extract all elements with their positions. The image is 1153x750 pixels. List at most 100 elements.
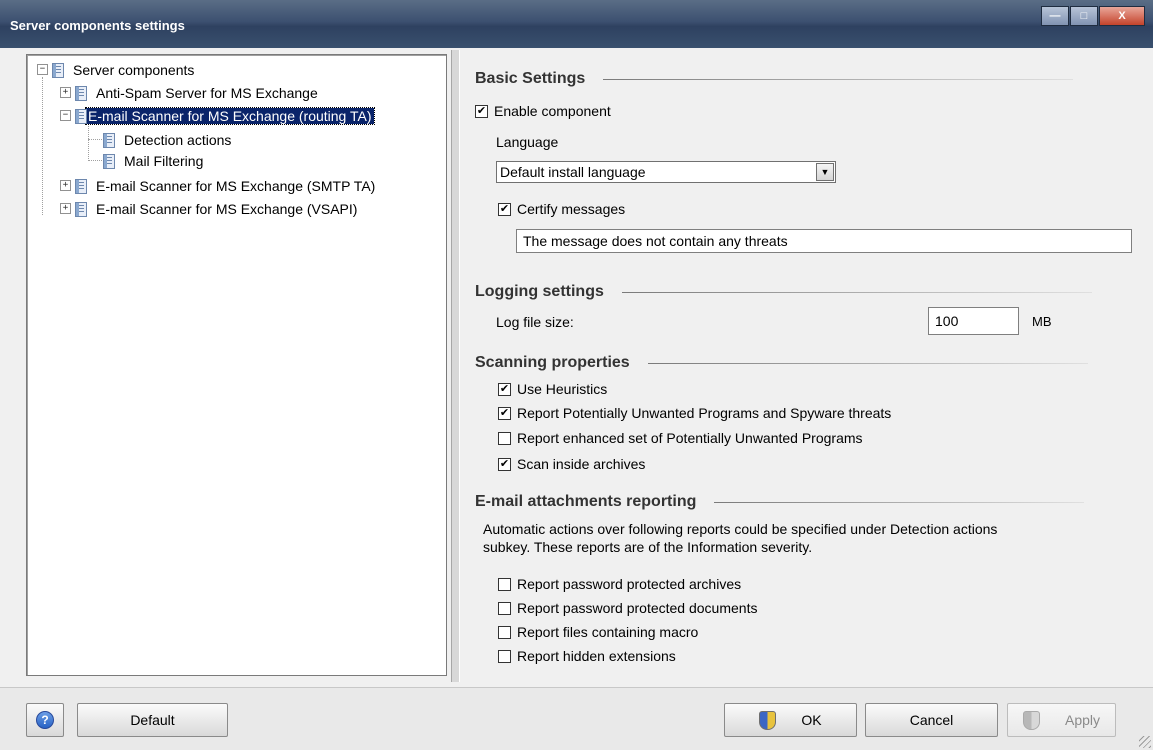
checkbox-label: Report password protected documents [517,600,758,616]
checkbox-unchecked[interactable] [498,649,511,663]
window-title: Server components settings [10,18,185,33]
tree-node-label: Server components [73,61,195,78]
component-icon [101,132,115,148]
scan-archives-checkbox[interactable]: ✔ Scan inside archives [498,456,645,472]
tree-node-detection-actions[interactable]: Detection actions [101,130,233,149]
component-icon [50,62,64,78]
attachments-description: Automatic actions over following reports… [483,520,997,556]
expand-icon[interactable]: + [60,203,71,214]
default-button[interactable]: Default [77,703,228,737]
component-icon [73,178,87,194]
ok-label: OK [801,712,822,728]
checkbox-unchecked[interactable] [498,601,511,615]
section-divider [647,362,1088,364]
collapse-icon[interactable]: − [60,110,71,121]
help-icon: ? [36,711,54,729]
report-hidden-extensions-checkbox[interactable]: Report hidden extensions [498,648,676,664]
apply-button[interactable]: Apply [1007,703,1116,737]
tree-connector [88,160,102,161]
checkbox-label: Report Potentially Unwanted Programs and… [517,405,892,421]
shield-icon [759,710,777,730]
checkbox-unchecked[interactable] [498,431,511,445]
components-tree[interactable]: − Server components + Anti-Spam Server f… [26,54,447,676]
button-bar: ? Default OK Cancel Apply [0,687,1153,750]
section-basic-settings: Basic Settings [475,70,1074,88]
expand-icon[interactable]: + [60,87,71,98]
report-protected-archives-checkbox[interactable]: Report password protected archives [498,576,741,592]
shield-icon [1022,710,1040,730]
section-heading: Scanning properties [475,354,630,371]
enable-component-checkbox[interactable]: ✔ Enable component [475,103,611,119]
report-macro-files-checkbox[interactable]: Report files containing macro [498,624,698,640]
help-button[interactable]: ? [26,703,64,737]
checkbox-label: Report hidden extensions [517,648,676,664]
checkbox-label: Use Heuristics [517,381,608,397]
cancel-button[interactable]: Cancel [865,703,998,737]
checkbox-checked[interactable]: ✔ [475,104,488,118]
component-icon [73,108,87,124]
log-size-label: Log file size: [496,314,574,330]
section-attachments-reporting: E-mail attachments reporting [475,493,1085,511]
section-heading: Logging settings [475,283,604,300]
checkbox-label: Report enhanced set of Potentially Unwan… [517,430,863,446]
checkbox-unchecked[interactable] [498,625,511,639]
component-icon [101,153,115,169]
tree-node-mail-filtering[interactable]: Mail Filtering [101,151,205,170]
checkbox-checked[interactable]: ✔ [498,457,511,471]
apply-label: Apply [1064,712,1101,728]
collapse-icon[interactable]: − [37,64,48,75]
tree-node-vsapi[interactable]: + E-mail Scanner for MS Exchange (VSAPI) [60,199,359,218]
section-divider [603,78,1074,80]
checkbox-checked[interactable]: ✔ [498,202,511,216]
checkbox-label: Report password protected archives [517,576,742,592]
tree-node-label: Anti-Spam Server for MS Exchange [96,84,318,101]
component-icon [73,201,87,217]
tree-node-label: E-mail Scanner for MS Exchange (SMTP TA) [96,177,376,194]
tree-node-antispam[interactable]: + Anti-Spam Server for MS Exchange [60,83,320,102]
section-scanning-properties: Scanning properties [475,354,1088,372]
tree-node-label: E-mail Scanner for MS Exchange (VSAPI) [96,200,358,217]
tree-node-root[interactable]: − Server components [37,60,196,79]
expand-icon[interactable]: + [60,180,71,191]
use-heuristics-checkbox[interactable]: ✔ Use Heuristics [498,381,607,397]
report-pup-checkbox[interactable]: ✔ Report Potentially Unwanted Programs a… [498,405,891,421]
tree-node-routing-ta[interactable]: − E-mail Scanner for MS Exchange (routin… [60,106,375,125]
language-label: Language [496,134,559,150]
checkbox-checked[interactable]: ✔ [498,382,511,396]
close-button[interactable]: X [1099,6,1145,26]
tree-node-label: Mail Filtering [124,152,204,169]
maximize-button[interactable]: □ [1070,6,1098,26]
language-select[interactable]: Default install language ▼ [496,161,836,183]
checkbox-label: Report files containing macro [517,624,699,640]
section-divider [714,501,1085,503]
checkbox-label: Enable component [494,103,611,119]
section-logging-settings: Logging settings [475,283,1092,301]
checkbox-label: Certify messages [517,201,626,217]
certify-text-input[interactable]: The message does not contain any threats [516,229,1132,253]
language-selected-value: Default install language [500,164,646,180]
certify-messages-checkbox[interactable]: ✔ Certify messages [498,201,625,217]
report-protected-documents-checkbox[interactable]: Report password protected documents [498,600,757,616]
report-enhanced-pup-checkbox[interactable]: Report enhanced set of Potentially Unwan… [498,430,863,446]
checkbox-label: Scan inside archives [517,456,646,472]
minimize-button[interactable]: — [1041,6,1069,26]
description-line: Automatic actions over following reports… [483,521,998,537]
settings-pane: Basic Settings ✔ Enable component Langua… [462,50,1152,682]
pane-splitter[interactable] [451,50,460,682]
component-icon [73,85,87,101]
log-size-input[interactable]: 100 [928,307,1019,335]
section-heading: Basic Settings [475,70,586,87]
tree-node-label-selected: E-mail Scanner for MS Exchange (routing … [85,106,375,125]
checkbox-checked[interactable]: ✔ [498,406,511,420]
section-heading: E-mail attachments reporting [475,493,697,510]
ok-button[interactable]: OK [724,703,857,737]
checkbox-unchecked[interactable] [498,577,511,591]
description-line: subkey. These reports are of the Informa… [483,539,813,555]
section-divider [621,291,1092,293]
chevron-down-icon[interactable]: ▼ [816,163,834,181]
resize-grip-icon[interactable] [1139,736,1151,748]
title-bar: Server components settings — □ X [0,0,1153,48]
tree-node-smtp-ta[interactable]: + E-mail Scanner for MS Exchange (SMTP T… [60,176,377,195]
tree-node-label: Detection actions [124,131,232,148]
window-controls: — □ X [1041,6,1145,26]
